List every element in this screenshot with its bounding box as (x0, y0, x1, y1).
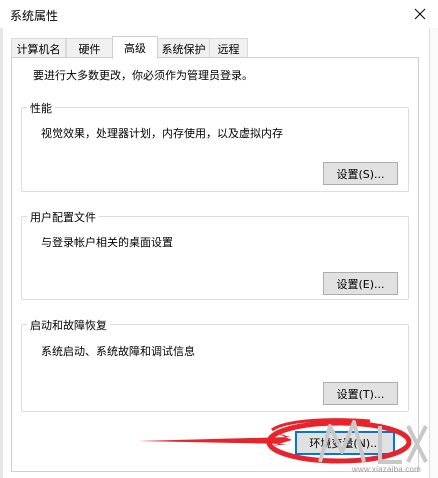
admin-notice: 要进行大多数更改，你必须作为管理员登录。 (33, 69, 253, 82)
advanced-tab-panel: 要进行大多数更改，你必须作为管理员登录。 性能 视觉效果，处理器计划，内存使用，… (11, 57, 419, 472)
tab-label: 高级 (124, 42, 146, 55)
window-title: 系统属性 (10, 9, 59, 23)
close-button[interactable] (402, 0, 438, 28)
left-window-edge (0, 28, 3, 478)
watermark-url: www.xiazaiba.com (352, 465, 422, 474)
tab-hardware[interactable]: 硬件 (66, 38, 113, 58)
user-profiles-settings-button[interactable]: 设置(E)... (323, 272, 398, 295)
background-window-edge (429, 28, 438, 478)
close-icon (414, 8, 426, 20)
tab-label: 系统保护 (161, 42, 206, 56)
tab-remote[interactable]: 远程 (209, 38, 248, 58)
performance-group: 性能 视觉效果，处理器计划，内存使用，以及虚拟内存 设置(S)... (21, 100, 409, 192)
performance-settings-button[interactable]: 设置(S)... (323, 162, 398, 185)
title-bar: 系统属性 (0, 0, 438, 28)
tab-label: 计算机名 (16, 42, 61, 56)
performance-description: 视觉效果，处理器计划，内存使用，以及虚拟内存 (41, 127, 283, 140)
tab-system-protection[interactable]: 系统保护 (157, 38, 210, 58)
tab-label: 硬件 (78, 42, 101, 56)
tab-computer-name[interactable]: 计算机名 (11, 38, 66, 58)
system-properties-dialog: 系统属性 计算机名 硬件 高级 系统保护 远程 要进行大多数更改，你必须作为管理… (0, 0, 438, 478)
user-profiles-description: 与登录帐户相关的桌面设置 (41, 236, 173, 249)
tab-label: 远程 (217, 42, 240, 56)
tab-advanced[interactable]: 高级 (112, 36, 158, 59)
user-profiles-group: 用户配置文件 与登录帐户相关的桌面设置 设置(E)... (21, 209, 409, 300)
startup-recovery-settings-button[interactable]: 设置(T)... (323, 382, 398, 405)
startup-recovery-title: 启动和故障恢复 (27, 317, 110, 333)
user-profiles-title: 用户配置文件 (27, 209, 99, 225)
performance-title: 性能 (27, 100, 55, 116)
startup-recovery-group: 启动和故障恢复 系统启动、系统故障和调试信息 设置(T)... (21, 317, 409, 412)
startup-recovery-description: 系统启动、系统故障和调试信息 (41, 345, 195, 358)
